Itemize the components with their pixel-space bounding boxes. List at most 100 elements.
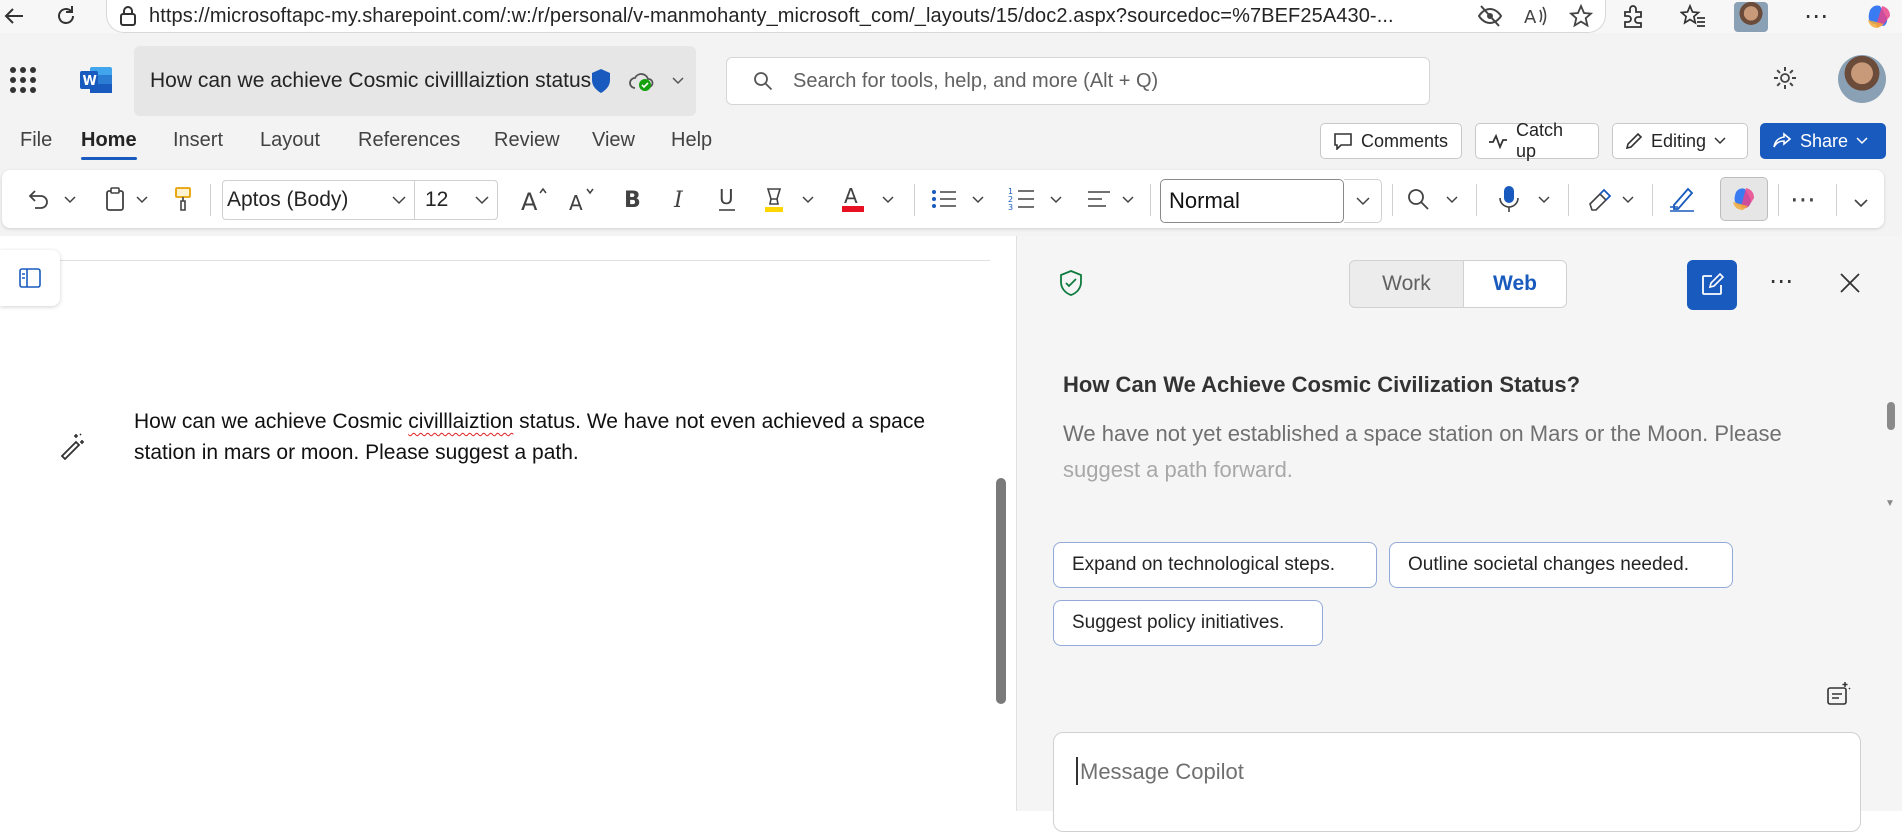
copilot-response-heading: How Can We Achieve Cosmic Civilization S…: [1063, 372, 1581, 397]
svg-text:I: I: [673, 188, 684, 211]
word-logo-icon[interactable]: W: [80, 65, 112, 95]
misspelled-word[interactable]: civilllaiztion: [408, 410, 513, 433]
navigation-pane-toggle[interactable]: [0, 250, 60, 306]
address-bar[interactable]: https://microsoftapc-my.sharepoint.com/:…: [106, 0, 1606, 33]
url-text[interactable]: https://microsoftapc-my.sharepoint.com/:…: [149, 5, 1449, 28]
tab-help[interactable]: Help: [671, 129, 712, 152]
font-size-chevron-icon: [475, 195, 489, 205]
extensions-icon[interactable]: [1620, 4, 1646, 30]
document-title-box[interactable]: How can we achieve Cosmic civilllaiztion…: [134, 46, 696, 116]
editor-pen-icon[interactable]: [1668, 184, 1696, 214]
catch-up-button[interactable]: Catch up: [1475, 120, 1599, 161]
tracking-prevention-icon[interactable]: [1477, 4, 1503, 28]
comments-button[interactable]: Comments: [1320, 123, 1462, 159]
search-input[interactable]: Search for tools, help, and more (Alt + …: [726, 57, 1430, 105]
paste-dropdown-chevron-icon[interactable]: [136, 184, 148, 214]
font-name-dropdown[interactable]: Aptos (Body): [222, 180, 414, 220]
grow-font-icon[interactable]: A: [520, 184, 550, 214]
sensitivity-eraser-icon[interactable]: [1586, 184, 1612, 214]
undo-icon[interactable]: [26, 184, 50, 214]
copilot-scrollbar[interactable]: [1887, 402, 1895, 430]
title-chevron-down-icon[interactable]: [672, 77, 684, 85]
clipboard-icon[interactable]: [104, 184, 126, 214]
align-chevron-icon[interactable]: [1122, 184, 1134, 214]
comments-label: Comments: [1361, 130, 1449, 151]
paragraph-style-box[interactable]: Normal: [1160, 179, 1344, 223]
message-copilot-input[interactable]: Message Copilot: [1053, 732, 1861, 832]
sensitivity-shield-icon[interactable]: [590, 68, 612, 94]
tab-file[interactable]: File: [20, 129, 52, 152]
align-icon[interactable]: [1086, 184, 1112, 214]
search-placeholder: Search for tools, help, and more (Alt + …: [793, 69, 1159, 92]
find-search-icon[interactable]: [1406, 184, 1430, 214]
browser-toolbar: https://microsoftapc-my.sharepoint.com/:…: [0, 0, 1902, 33]
share-button[interactable]: Share: [1760, 123, 1886, 159]
scroll-down-arrow-icon[interactable]: ▼: [1885, 498, 1895, 509]
lock-icon[interactable]: [119, 6, 137, 26]
settings-gear-icon[interactable]: [1772, 65, 1798, 91]
tab-view[interactable]: View: [592, 129, 635, 152]
back-arrow-icon[interactable]: [0, 2, 28, 30]
cloud-saved-icon[interactable]: [628, 70, 656, 92]
dictate-microphone-icon[interactable]: [1498, 184, 1520, 214]
font-size-value: 12: [425, 188, 449, 211]
dictate-chevron-icon[interactable]: [1538, 184, 1550, 214]
more-options-icon[interactable]: ⋯: [1790, 184, 1817, 214]
bullets-icon[interactable]: [930, 184, 958, 214]
underline-icon[interactable]: U: [716, 184, 738, 214]
new-chat-button[interactable]: [1687, 260, 1737, 310]
italic-icon[interactable]: I: [670, 184, 690, 214]
bold-icon[interactable]: B: [622, 184, 642, 214]
page-top-edge: [0, 260, 990, 261]
document-scrollbar[interactable]: [996, 478, 1006, 704]
response-line-faded: suggest a path forward.: [1063, 457, 1293, 482]
tab-insert[interactable]: Insert: [173, 129, 223, 152]
numbering-icon[interactable]: 123: [1008, 184, 1036, 214]
suggestion-chip-technological[interactable]: Expand on technological steps.: [1053, 542, 1377, 588]
sensitivity-chevron-icon[interactable]: [1622, 184, 1634, 214]
tab-review[interactable]: Review: [494, 129, 560, 152]
close-icon[interactable]: [1839, 272, 1861, 294]
toggle-work[interactable]: Work: [1350, 261, 1463, 307]
toggle-web[interactable]: Web: [1462, 261, 1566, 307]
prompt-guide-icon[interactable]: [1825, 680, 1853, 708]
user-avatar[interactable]: [1838, 55, 1886, 103]
refresh-icon[interactable]: [52, 2, 80, 30]
font-size-dropdown[interactable]: 12: [414, 180, 498, 220]
copilot-ribbon-button[interactable]: [1720, 177, 1768, 221]
find-chevron-icon[interactable]: [1446, 184, 1458, 214]
app-launcher-icon[interactable]: [10, 67, 36, 93]
suggestion-chip-societal[interactable]: Outline societal changes needed.: [1389, 542, 1733, 588]
copilot-more-icon[interactable]: ⋯: [1769, 270, 1793, 294]
tab-home[interactable]: Home: [81, 129, 137, 160]
tab-references[interactable]: References: [358, 129, 460, 152]
protected-shield-icon[interactable]: [1059, 270, 1083, 296]
comment-icon: [1333, 132, 1353, 150]
shrink-font-icon[interactable]: A: [568, 184, 598, 214]
format-painter-icon[interactable]: [172, 184, 194, 214]
highlight-color-icon[interactable]: [762, 184, 786, 214]
copilot-rewrite-wand-icon[interactable]: [58, 432, 86, 460]
paragraph-style-value: Normal: [1169, 188, 1240, 213]
document-paragraph[interactable]: How can we achieve Cosmic civilllaiztion…: [134, 406, 994, 468]
tab-layout[interactable]: Layout: [260, 129, 320, 152]
styles-dropdown-chevron-icon[interactable]: [1344, 179, 1382, 223]
font-color-chevron-icon[interactable]: [882, 184, 894, 214]
pencil-icon: [1625, 132, 1643, 150]
font-color-icon[interactable]: A: [840, 184, 866, 214]
bullets-chevron-icon[interactable]: [972, 184, 984, 214]
suggestion-chip-policy[interactable]: Suggest policy initiatives.: [1053, 600, 1323, 646]
numbering-chevron-icon[interactable]: [1050, 184, 1062, 214]
browser-more-icon[interactable]: ⋯: [1804, 4, 1828, 30]
document-title[interactable]: How can we achieve Cosmic civilllaiztion…: [150, 69, 591, 93]
document-canvas[interactable]: How can we achieve Cosmic civilllaiztion…: [0, 236, 1016, 811]
read-aloud-icon[interactable]: A: [1523, 4, 1549, 28]
ribbon-expand-chevron-icon[interactable]: [1854, 188, 1868, 218]
profile-avatar[interactable]: [1734, 2, 1768, 32]
highlight-chevron-icon[interactable]: [802, 184, 814, 214]
favorites-icon[interactable]: [1680, 4, 1706, 30]
favorite-star-icon[interactable]: [1569, 4, 1593, 28]
copilot-browser-icon[interactable]: [1864, 2, 1894, 32]
undo-dropdown-chevron-icon[interactable]: [64, 184, 76, 214]
editing-mode-button[interactable]: Editing: [1612, 123, 1748, 159]
